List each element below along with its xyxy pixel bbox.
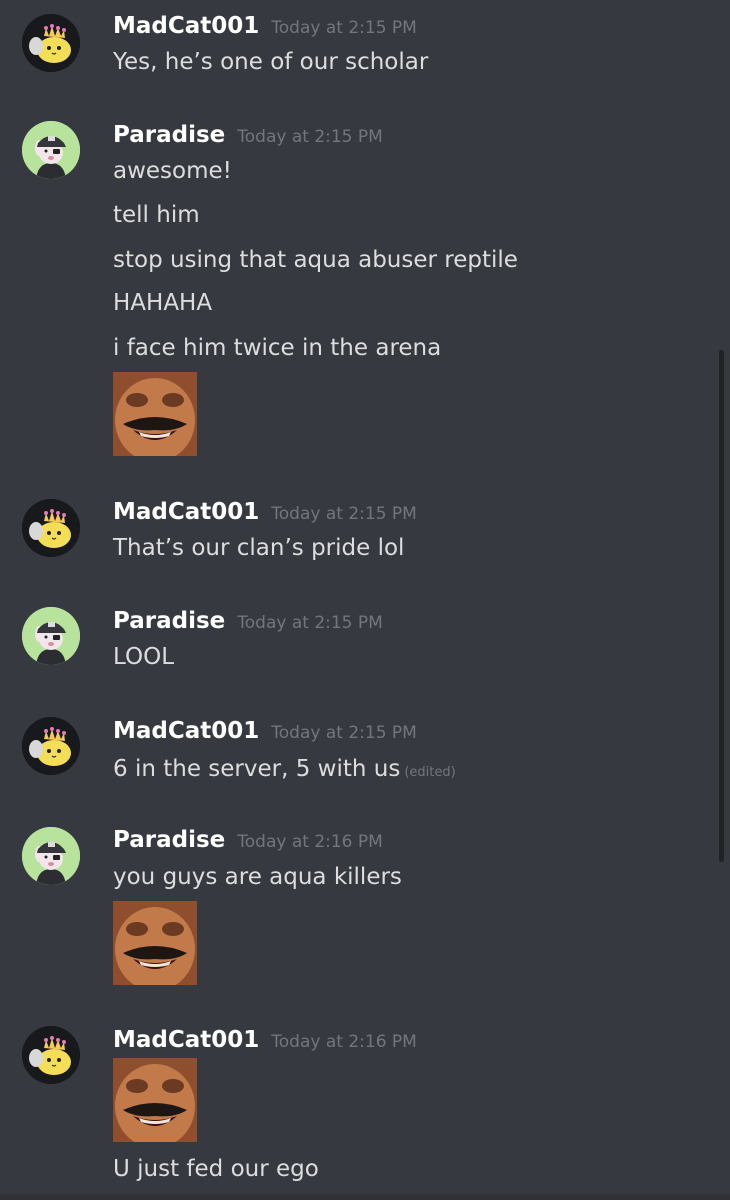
message-header: Paradise Today at 2:16 PM [113, 825, 383, 855]
message-header: Paradise Today at 2:15 PM [113, 120, 383, 150]
scrollbar[interactable] [719, 350, 724, 862]
panda-avatar-icon[interactable] [22, 121, 80, 179]
message-text: i face him twice in the arena [113, 335, 442, 361]
message-header: Paradise Today at 2:15 PM [113, 606, 383, 636]
laughing-face-emoji[interactable] [113, 1058, 197, 1142]
message-header: MadCat001 Today at 2:15 PM [113, 11, 417, 41]
username[interactable]: MadCat001 [113, 718, 259, 744]
username[interactable]: Paradise [113, 122, 225, 148]
message-header: MadCat001 Today at 2:15 PM [113, 716, 417, 746]
message-text: awesome! [113, 158, 232, 184]
axie-avatar-icon[interactable] [22, 14, 80, 72]
message-text: U just fed our ego [113, 1156, 319, 1182]
username[interactable]: Paradise [113, 827, 225, 853]
username[interactable]: Paradise [113, 608, 225, 634]
divider [0, 1194, 730, 1200]
panda-avatar-icon[interactable] [22, 607, 80, 665]
timestamp: Today at 2:15 PM [271, 723, 417, 743]
message-header: MadCat001 Today at 2:15 PM [113, 497, 417, 527]
username[interactable]: MadCat001 [113, 1027, 259, 1053]
laughing-face-emoji[interactable] [113, 901, 197, 985]
message-text-row: 6 in the server, 5 with us (edited) [113, 754, 456, 784]
timestamp: Today at 2:15 PM [271, 504, 417, 524]
panda-avatar-icon[interactable] [22, 827, 80, 885]
message-text: HAHAHA [113, 290, 213, 316]
laughing-face-emoji[interactable] [113, 372, 197, 456]
message-list: MadCat001 Today at 2:15 PM Yes, he’s one … [0, 0, 730, 1200]
username[interactable]: MadCat001 [113, 499, 259, 525]
message-text: LOOL [113, 644, 175, 670]
message-header: MadCat001 Today at 2:16 PM [113, 1025, 417, 1055]
axie-avatar-icon[interactable] [22, 717, 80, 775]
edited-label: (edited) [404, 765, 456, 780]
message-text: That’s our clan’s pride lol [113, 535, 405, 561]
message-text: you guys are aqua killers [113, 864, 402, 890]
timestamp: Today at 2:15 PM [237, 613, 383, 633]
axie-avatar-icon[interactable] [22, 499, 80, 557]
timestamp: Today at 2:15 PM [237, 127, 383, 147]
message-text: tell him [113, 202, 200, 228]
message-text: Yes, he’s one of our scholar [113, 49, 429, 75]
message-text: 6 in the server, 5 with us [113, 756, 401, 782]
username[interactable]: MadCat001 [113, 13, 259, 39]
axie-avatar-icon[interactable] [22, 1026, 80, 1084]
timestamp: Today at 2:16 PM [271, 1032, 417, 1052]
timestamp: Today at 2:16 PM [237, 832, 383, 852]
message-text: stop using that aqua abuser reptile [113, 247, 518, 273]
timestamp: Today at 2:15 PM [271, 18, 417, 38]
